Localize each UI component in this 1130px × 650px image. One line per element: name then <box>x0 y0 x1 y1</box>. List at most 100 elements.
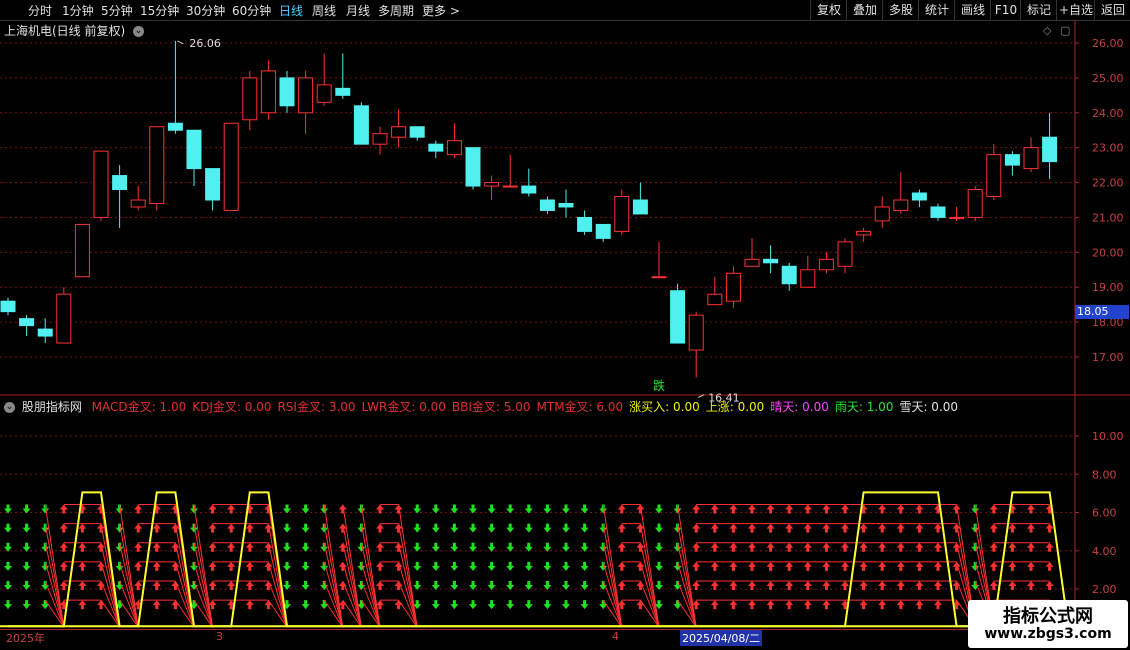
up-arrow <box>878 561 887 571</box>
down-arrow <box>431 581 440 590</box>
up-arrow <box>934 523 942 533</box>
down-arrow <box>524 523 533 533</box>
up-arrow <box>617 542 626 552</box>
indicator-value-4: BBI金叉: 5.00 <box>451 400 531 414</box>
indicator-header: ⌄ 股朋指标网 MACD金叉: 1.00 KDJ金叉: 0.00 RSI金叉: 3.… <box>4 398 970 415</box>
up-arrow <box>896 504 905 514</box>
candle-body <box>353 105 369 145</box>
up-arrow <box>710 523 719 533</box>
up-arrow <box>376 561 384 571</box>
down-arrow <box>506 561 515 571</box>
down-arrow <box>301 561 310 571</box>
down-arrow <box>562 581 570 590</box>
price-axis-label: 22.00 <box>1092 177 1124 190</box>
down-arrow <box>283 581 291 590</box>
up-arrow <box>59 561 68 571</box>
up-arrow <box>748 504 756 514</box>
price-axis-label: 26.00 <box>1092 37 1124 50</box>
up-arrow <box>822 542 831 552</box>
down-arrow <box>283 523 291 533</box>
indicator-value-8: 晴天: 0.00 <box>770 400 829 414</box>
price-axis-label: 23.00 <box>1092 142 1124 155</box>
indicator-value-10: 雪天: 0.00 <box>899 400 959 414</box>
signal-line <box>119 561 139 628</box>
down-arrow <box>301 504 310 514</box>
down-arrow <box>543 523 552 533</box>
up-arrow <box>1027 561 1035 571</box>
signal-line <box>100 561 121 628</box>
indicator-axis-label: 10.00 <box>1092 430 1124 443</box>
up-arrow <box>766 600 775 610</box>
up-arrow <box>803 561 812 571</box>
down-arrow <box>469 523 477 533</box>
down-arrow <box>562 542 570 552</box>
signal-line <box>639 561 660 628</box>
up-arrow <box>822 504 831 514</box>
indicator-name: 股朋指标网 <box>21 400 82 414</box>
signal-line <box>360 561 381 628</box>
down-arrow <box>487 561 496 571</box>
down-arrow <box>431 561 440 571</box>
down-arrow <box>506 523 515 533</box>
down-arrow <box>487 600 496 610</box>
down-arrow <box>4 561 12 571</box>
watermark-url: www.zbgs3.com <box>984 626 1112 642</box>
up-arrow <box>841 542 849 552</box>
up-arrow <box>1027 542 1035 552</box>
up-arrow <box>376 542 384 552</box>
up-arrow <box>841 504 849 514</box>
candle-body <box>149 126 165 204</box>
up-arrow <box>692 542 701 552</box>
indicator-value-0: MACD金叉: 1.00 <box>91 400 187 414</box>
down-arrow <box>22 504 31 514</box>
up-arrow <box>692 523 701 533</box>
up-arrow <box>376 581 384 590</box>
date-axis <box>0 629 1075 644</box>
candle-body <box>37 328 53 337</box>
up-arrow <box>152 581 161 590</box>
indicator-value-5: MTM金叉: 6.00 <box>536 400 624 414</box>
indicator-value-1: KDJ金叉: 0.00 <box>192 400 272 414</box>
up-arrow <box>934 600 942 610</box>
up-arrow <box>692 504 701 514</box>
up-arrow <box>896 542 905 552</box>
candle-body <box>112 175 128 191</box>
candle-body <box>1023 147 1039 170</box>
up-arrow <box>878 600 887 610</box>
up-arrow <box>617 561 626 571</box>
candle-body <box>316 84 332 103</box>
up-arrow <box>989 561 998 571</box>
candle-body <box>632 199 648 215</box>
indicator-value-7: 上涨: 0.00 <box>705 400 765 414</box>
down-arrow <box>543 561 552 571</box>
indicator-axis-label: 8.00 <box>1092 468 1117 481</box>
down-arrow <box>450 523 459 533</box>
price-axis-label: 19.00 <box>1092 281 1124 294</box>
up-arrow <box>1027 504 1035 514</box>
candle-body <box>521 185 537 194</box>
candle-body <box>595 223 611 239</box>
up-arrow <box>1027 523 1035 533</box>
up-arrow <box>1008 561 1017 571</box>
up-arrow <box>729 561 738 571</box>
candle-body <box>818 258 834 271</box>
candle-body <box>279 77 295 107</box>
down-arrow <box>283 504 291 514</box>
date-label-month-3: 3 <box>216 630 223 643</box>
candle-body <box>130 199 146 208</box>
down-arrow <box>413 561 422 571</box>
up-arrow <box>822 581 831 590</box>
down-arrow <box>4 600 12 610</box>
kline-chart[interactable]: 26.00 25.00 24.00 23.00 22.00 21.00 20.00 19.00… <box>0 0 1130 650</box>
down-arrow <box>580 561 589 571</box>
up-arrow <box>78 561 87 571</box>
down-arrow <box>524 600 533 610</box>
chevron-down-icon[interactable]: ⌄ <box>4 402 15 413</box>
down-arrow <box>562 600 570 610</box>
up-arrow <box>859 523 868 533</box>
up-arrow <box>1045 523 1054 533</box>
down-arrow <box>431 504 440 514</box>
candle-body <box>893 199 909 211</box>
candle-body <box>577 216 593 232</box>
date-label-month-4: 4 <box>612 630 619 643</box>
